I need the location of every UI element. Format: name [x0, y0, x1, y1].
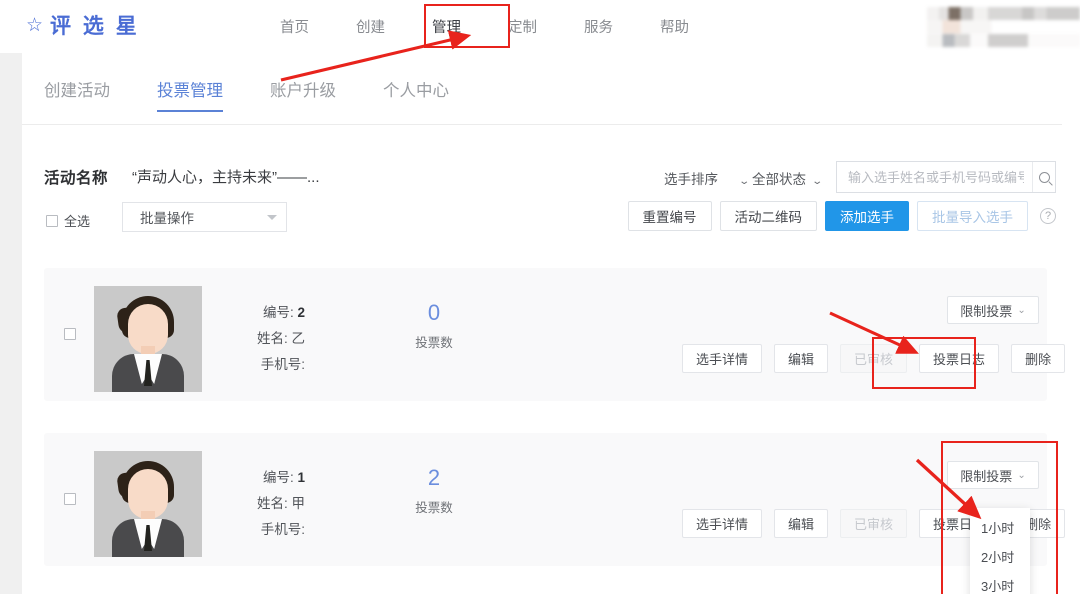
- status-filter-label: 全部状态: [752, 172, 806, 187]
- nav-item-service[interactable]: 服务: [584, 16, 613, 37]
- contestant-card: 编号: 2 姓名: 乙 手机号: 0 投票数 限制投票 ⌄ 选手详情 编辑 已审…: [44, 268, 1066, 401]
- page-root: ☆ 评 选 星 首页 创建 管理 定制 服务 帮助 创建活动 投票管理 账户升级…: [0, 0, 1080, 594]
- search-button[interactable]: [1032, 162, 1055, 192]
- avatar: [94, 451, 202, 557]
- select-all-checkbox[interactable]: [46, 214, 58, 227]
- tab-personal-center[interactable]: 个人中心: [383, 53, 449, 125]
- chevron-down-icon: ⌄: [1017, 304, 1026, 316]
- vote-count-block: 2 投票数: [389, 463, 479, 516]
- name-label: 姓名:: [256, 331, 288, 346]
- toolbar-row-actions: 全选 批量操作 重置编号 活动二维码 添加选手 批量导入选手 ?: [22, 201, 1062, 241]
- contestant-actions: 选手详情 编辑 已审核 投票日志 删除: [682, 344, 1066, 373]
- limit-vote-label: 限制投票: [960, 303, 1013, 319]
- toolbar: 活动名称 “声动人心，主持未来”——... 选手排序 ⌄ 全部状态 ⌄ 全选: [22, 125, 1062, 265]
- tab-create-activity[interactable]: 创建活动: [44, 53, 110, 125]
- nav-item-custom[interactable]: 定制: [508, 16, 537, 37]
- limit-vote-label: 限制投票: [960, 468, 1013, 484]
- dropdown-option-3-hours[interactable]: 3小时: [970, 571, 1030, 594]
- vote-count-caption: 投票数: [415, 336, 453, 350]
- nav-item-manage[interactable]: 管理: [432, 16, 461, 37]
- logo-text: 评 选 星: [50, 15, 140, 38]
- chevron-down-icon: ⌄: [811, 176, 823, 187]
- chevron-down-icon: ⌄: [738, 176, 750, 187]
- activity-qrcode-button[interactable]: 活动二维码: [719, 201, 817, 231]
- search-icon: [1038, 171, 1050, 183]
- contestant-number: 1: [297, 470, 305, 485]
- limit-vote-button[interactable]: 限制投票 ⌄: [947, 296, 1039, 324]
- chevron-down-icon: [267, 214, 277, 220]
- activity-name-label: 活动名称: [44, 170, 109, 187]
- contestant-sort-label: 选手排序: [664, 172, 718, 187]
- limit-vote-dropdown-menu: 1小时 2小时 3小时: [970, 508, 1030, 594]
- question-mark-icon[interactable]: ?: [1040, 208, 1056, 224]
- vote-count: 2: [427, 465, 441, 490]
- edit-button[interactable]: 编辑: [774, 509, 829, 538]
- site-header: ☆ 评 选 星 首页 创建 管理 定制 服务 帮助: [0, 0, 1080, 53]
- vote-log-button[interactable]: 投票日志: [919, 344, 1000, 373]
- phone-label: 手机号:: [260, 522, 305, 537]
- nav-item-home[interactable]: 首页: [280, 16, 309, 37]
- search-box: [836, 161, 1056, 193]
- nav-item-create[interactable]: 创建: [356, 16, 385, 37]
- select-all-control[interactable]: 全选: [46, 211, 90, 230]
- name-label: 姓名:: [256, 496, 288, 511]
- batch-import-contestant-button[interactable]: 批量导入选手: [917, 201, 1028, 231]
- vote-count-caption: 投票数: [415, 501, 453, 515]
- reviewed-button: 已审核: [840, 344, 908, 373]
- select-all-label: 全选: [64, 214, 91, 229]
- site-logo[interactable]: ☆ 评 选 星: [26, 10, 140, 40]
- chevron-down-icon: ⌄: [1017, 469, 1026, 481]
- user-account-blurred[interactable]: [927, 7, 1080, 47]
- main-nav: 首页 创建 管理 定制 服务 帮助: [280, 0, 689, 53]
- contestant-name: 乙: [291, 331, 306, 346]
- toolbar-buttons: 重置编号 活动二维码 添加选手 批量导入选手 ?: [627, 201, 1056, 231]
- contestant-number: 2: [297, 305, 305, 320]
- star-icon: ☆: [26, 14, 44, 36]
- reset-number-button[interactable]: 重置编号: [627, 201, 712, 231]
- avatar: [94, 286, 202, 392]
- edit-button[interactable]: 编辑: [774, 344, 829, 373]
- contestant-sort-select[interactable]: 选手排序 ⌄: [664, 168, 750, 188]
- phone-label: 手机号:: [260, 357, 305, 372]
- contestant-name: 甲: [291, 496, 306, 511]
- bulk-operation-select[interactable]: 批量操作: [122, 202, 287, 232]
- search-input[interactable]: [837, 162, 1032, 192]
- number-label: 编号:: [262, 470, 294, 485]
- contestant-card: 编号: 1 姓名: 甲 手机号: 2 投票数 限制投票 ⌄ 选手详情 编辑 已审…: [44, 433, 1066, 566]
- reviewed-button: 已审核: [840, 509, 908, 538]
- dropdown-option-2-hours[interactable]: 2小时: [970, 542, 1030, 571]
- toolbar-row-activity: 活动名称 “声动人心，主持未来”——... 选手排序 ⌄ 全部状态 ⌄: [22, 161, 1062, 195]
- dropdown-option-1-hour[interactable]: 1小时: [970, 513, 1030, 542]
- activity-name-value: “声动人心，主持未来”——...: [132, 169, 320, 186]
- vote-count: 0: [427, 300, 441, 325]
- tab-account-upgrade[interactable]: 账户升级: [270, 53, 336, 125]
- number-label: 编号:: [262, 305, 294, 320]
- status-filter-select[interactable]: 全部状态 ⌄: [752, 168, 823, 188]
- add-contestant-button[interactable]: 添加选手: [825, 201, 909, 231]
- delete-button[interactable]: 删除: [1011, 344, 1066, 373]
- tab-vote-management[interactable]: 投票管理: [157, 53, 223, 125]
- contestant-detail-button[interactable]: 选手详情: [682, 344, 763, 373]
- bulk-operation-label: 批量操作: [140, 211, 194, 226]
- page-gutter-left: [0, 53, 22, 594]
- contestant-checkbox[interactable]: [64, 328, 76, 340]
- contestant-info: 编号: 1 姓名: 甲 手机号:: [229, 465, 305, 543]
- section-tabs: 创建活动 投票管理 账户升级 个人中心: [22, 53, 1062, 125]
- contestant-detail-button[interactable]: 选手详情: [682, 509, 763, 538]
- vote-count-block: 0 投票数: [389, 298, 479, 351]
- contestant-info: 编号: 2 姓名: 乙 手机号:: [229, 300, 305, 378]
- nav-item-help[interactable]: 帮助: [660, 16, 689, 37]
- limit-vote-button[interactable]: 限制投票 ⌄: [947, 461, 1039, 489]
- contestant-checkbox[interactable]: [64, 493, 76, 505]
